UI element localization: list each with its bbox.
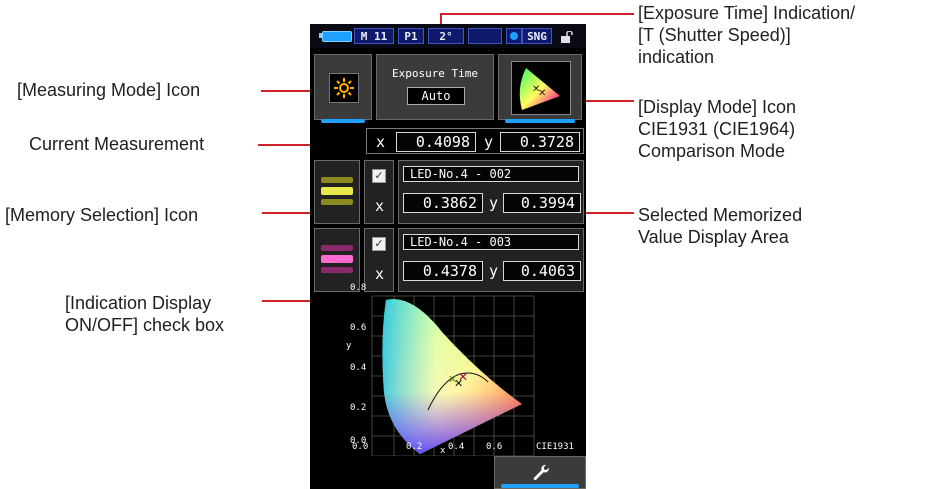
memory-color-band-1b xyxy=(321,187,353,195)
callout-memory-selection: [Memory Selection] Icon xyxy=(5,205,199,225)
svg-text:✕: ✕ xyxy=(538,88,546,99)
current-x-label: x xyxy=(376,133,386,151)
callout-measuring-mode: [Measuring Mode] Icon xyxy=(17,80,201,100)
memory-1-x-label: x xyxy=(375,197,385,215)
callout-exposure-time: [Exposure Time] Indication/ [T (Shutter … xyxy=(638,3,856,67)
exposure-time-title: Exposure Time xyxy=(391,67,479,80)
display-mode-indicator xyxy=(505,119,575,123)
current-x-value: 0.4098 xyxy=(396,132,476,152)
x-tick-3: 0.6 xyxy=(486,442,503,452)
x-tick-0: 0.0 xyxy=(352,442,369,452)
leader-exposure-h xyxy=(440,13,634,15)
memorized-value-area-1: LED-No.4 - 002 0.3862 y 0.3994 xyxy=(398,160,584,224)
memory-1-name: LED-No.4 - 002 xyxy=(403,166,579,182)
y-axis-label: y xyxy=(346,341,352,351)
y-tick-2: 0.4 xyxy=(350,363,367,373)
memory-1-y-label: y xyxy=(489,194,499,212)
measuring-mode-indicator xyxy=(321,119,365,123)
y-tick-3: 0.2 xyxy=(350,403,367,413)
x-tick-1: 0.2 xyxy=(406,442,423,452)
status-blank xyxy=(468,28,502,44)
y-tick-0: 0.8 xyxy=(350,283,367,293)
x-axis-label: x xyxy=(440,446,446,456)
memory-color-band-1c xyxy=(321,199,353,205)
lock-icon xyxy=(560,30,574,43)
cie-standard-label: CIE1931 xyxy=(536,442,574,452)
callout-indication-checkbox: [Indication Display ON/OFF] check box xyxy=(65,293,225,335)
sun-icon xyxy=(329,73,359,103)
status-indicator-dot xyxy=(506,28,522,44)
callout-selected-memorized: Selected Memorized Value Display Area xyxy=(638,205,803,247)
memory-color-band-1a xyxy=(321,177,353,183)
memory-2-marker: ✕ xyxy=(458,370,468,384)
leader-display-mode xyxy=(582,100,634,102)
display-mode-button[interactable]: ✕ ✕ xyxy=(498,54,582,123)
exposure-time-value: Auto xyxy=(407,87,465,105)
battery-icon xyxy=(322,31,352,42)
indication-checkbox-2[interactable]: ✓ xyxy=(372,237,386,251)
memory-1-y-value: 0.3994 xyxy=(503,193,581,213)
cie-triangle-icon: ✕ ✕ xyxy=(511,61,571,115)
memory-checkbox-cell-1: ✓ x xyxy=(364,160,394,224)
memory-2-name: LED-No.4 - 003 xyxy=(403,234,579,250)
memory-color-band-2b xyxy=(321,255,353,263)
settings-indicator xyxy=(501,484,579,488)
measuring-mode-button[interactable] xyxy=(314,54,372,123)
settings-button[interactable] xyxy=(494,456,586,489)
y-tick-1: 0.6 xyxy=(350,323,367,333)
chromaticity-diagram: ✕ ✕ ✕ 0.8 0.6 0.4 0.2 0.0 y 0.0 0.2 0.4 … xyxy=(310,270,586,457)
exposure-time-button[interactable]: Exposure Time Auto xyxy=(376,54,494,120)
memory-1-x-value: 0.3862 xyxy=(403,193,483,213)
x-tick-2: 0.4 xyxy=(448,442,465,452)
indication-checkbox-1[interactable]: ✓ xyxy=(372,169,386,183)
device-screen: M 11 P1 2° SNG Exposure Time Auto ✕ ✕ x … xyxy=(310,24,586,489)
callout-display-mode: [Display Mode] Icon CIE1931 (CIE1964) Co… xyxy=(638,97,797,161)
memory-selection-button-1[interactable] xyxy=(314,160,360,224)
battery-tip xyxy=(319,33,322,38)
status-preset: P1 xyxy=(398,28,424,44)
current-y-value: 0.3728 xyxy=(500,132,580,152)
callout-current-measurement: Current Measurement xyxy=(29,134,205,154)
status-angle: 2° xyxy=(428,28,464,44)
status-measure-mode: M 11 xyxy=(354,28,394,44)
memory-color-band-2a xyxy=(321,245,353,251)
wrench-icon xyxy=(531,463,551,483)
status-sng: SNG xyxy=(522,28,552,44)
status-bar: M 11 P1 2° SNG xyxy=(310,24,586,48)
current-y-label: y xyxy=(484,133,494,151)
